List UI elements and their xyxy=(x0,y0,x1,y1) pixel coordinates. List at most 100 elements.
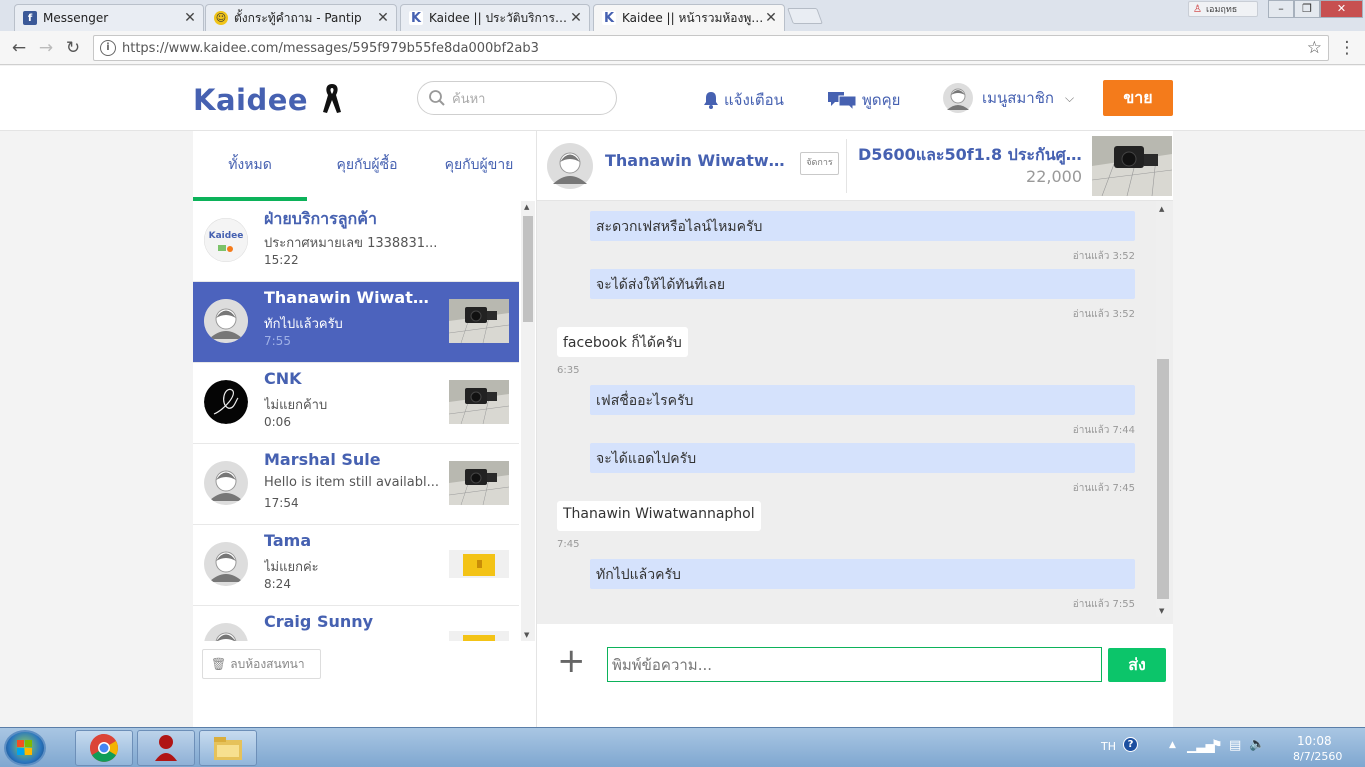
conversation-preview: ประกาศหมายเลข 1338831... xyxy=(264,236,438,251)
conversation-preview: ทักไปแล้วครับ xyxy=(264,317,343,332)
tab-title: Kaidee || หน้ารวมห้องพูดคุย xyxy=(622,10,764,25)
scroll-up-arrow[interactable]: ▲ xyxy=(1159,205,1164,213)
restore-button[interactable]: ❐ xyxy=(1294,0,1320,18)
chat-label: พูดคุย xyxy=(862,91,901,109)
tab-title: Messenger xyxy=(43,11,109,25)
message-scrollbar[interactable]: ▲ ▼ xyxy=(1156,201,1170,617)
profile-icon: ♙ xyxy=(1193,3,1202,15)
scroll-thumb[interactable] xyxy=(523,216,533,322)
tab-all[interactable]: ทั้งหมด xyxy=(193,131,307,201)
kaidee-logo[interactable]: Kaidee xyxy=(193,82,343,117)
avatar: Kaidee xyxy=(204,218,248,262)
close-icon[interactable]: ✕ xyxy=(764,10,778,26)
read-receipt: อ่านแล้ว 7:44 xyxy=(1072,425,1135,436)
taskbar-explorer[interactable] xyxy=(199,730,257,766)
start-button[interactable] xyxy=(4,730,46,766)
product-title[interactable]: D5600และ50f1.8 ประกันศูน... xyxy=(858,143,1083,168)
volume-icon[interactable]: 🔈 xyxy=(1249,737,1265,752)
conversation-list: Kaidee ฝ่ายบริการลูกค้าประกาศหมายเลข 1338… xyxy=(193,201,519,641)
flag-icon[interactable]: ⚑ xyxy=(1211,738,1223,753)
device-icon[interactable]: ▤ xyxy=(1229,738,1241,753)
scroll-thumb[interactable] xyxy=(1157,359,1169,599)
help-icon[interactable]: ? xyxy=(1123,737,1138,752)
conversation-name: Craig Sunny xyxy=(264,612,374,631)
tab-buyers[interactable]: คุยกับผู้ซื้อ xyxy=(311,131,423,201)
user-badge-label: เอมฤทธ xyxy=(1205,5,1238,15)
avatar[interactable] xyxy=(547,143,593,189)
info-icon[interactable]: i xyxy=(100,40,116,56)
tab-kaidee-history[interactable]: K Kaidee || ประวัติบริการพิเศษ ✕ xyxy=(400,4,590,31)
scroll-up-arrow[interactable]: ▲ xyxy=(524,203,529,211)
facebook-icon: f xyxy=(23,11,37,25)
conversation-name: ฝ่ายบริการลูกค้า xyxy=(264,209,377,228)
conversation-time: 15:22 xyxy=(264,253,299,267)
taskbar-app[interactable] xyxy=(137,730,195,766)
scroll-down-arrow[interactable]: ▼ xyxy=(1159,607,1164,615)
conversation-panel: ทั้งหมด คุยกับผู้ซื้อ คุยกับผู้ขาย Kaide… xyxy=(193,131,537,727)
tab-pantip[interactable]: ☺ ตั้งกระทู้คำถาม - Pantip ✕ xyxy=(205,4,397,31)
window-close-button[interactable]: ✕ xyxy=(1320,0,1363,18)
product-thumbnail xyxy=(449,299,509,343)
tab-kaidee-chat[interactable]: K Kaidee || หน้ารวมห้องพูดคุย ✕ xyxy=(593,4,785,31)
clock-time[interactable]: 10:08 xyxy=(1297,734,1332,748)
conversation-row[interactable]: Thanawin Wiwatwa... ทักไปแล้วครับ 7:55 xyxy=(193,282,519,363)
search-icon xyxy=(429,90,445,106)
reload-button[interactable]: ↻ xyxy=(62,37,84,59)
bookmark-star-icon[interactable]: ☆ xyxy=(1307,38,1322,58)
read-receipt: อ่านแล้ว 7:45 xyxy=(1072,483,1135,494)
close-icon[interactable]: ✕ xyxy=(569,10,583,26)
tab-sellers[interactable]: คุยกับผู้ขาย xyxy=(429,131,529,201)
product-thumbnail xyxy=(449,461,509,505)
close-icon[interactable]: ✕ xyxy=(376,10,390,26)
logo-text: Kaidee xyxy=(193,83,309,117)
message-input[interactable] xyxy=(607,647,1102,682)
scroll-down-arrow[interactable]: ▼ xyxy=(524,631,529,639)
conversation-row[interactable]: Kaidee ฝ่ายบริการลูกค้าประกาศหมายเลข 1338… xyxy=(193,201,519,282)
back-button[interactable]: ← xyxy=(8,37,30,59)
conversation-name: Tama xyxy=(264,531,312,550)
clock-date[interactable]: 8/7/2560 xyxy=(1293,750,1342,763)
conversation-time: 17:54 xyxy=(264,496,299,510)
member-menu[interactable]: เมนูสมาชิก ⌵ xyxy=(943,83,1074,113)
manage-button[interactable]: จัดการ xyxy=(800,152,839,175)
user-app-icon xyxy=(155,735,177,761)
received-message: Thanawin Wiwatwannaphol xyxy=(557,501,761,531)
attach-plus-icon[interactable]: + xyxy=(557,644,586,678)
conversation-time: 8:24 xyxy=(264,577,291,591)
close-icon[interactable]: ✕ xyxy=(183,10,197,26)
chrome-menu-icon[interactable]: ⋮ xyxy=(1336,37,1358,59)
delete-room-button[interactable]: 🗑 ลบห้องสนทนา xyxy=(202,649,321,679)
message-thread: สะดวกเฟสหรือไลน์ไหมครับ อ่านแล้ว 3:52 จะได… xyxy=(537,201,1173,624)
message-composer: + ส่ง xyxy=(537,624,1173,727)
avatar xyxy=(204,299,248,343)
send-button[interactable]: ส่ง xyxy=(1108,648,1166,682)
language-indicator[interactable]: TH xyxy=(1101,740,1116,753)
forward-button[interactable]: → xyxy=(35,37,57,59)
member-menu-label: เมนูสมาชิก xyxy=(982,89,1054,107)
new-tab-button[interactable] xyxy=(787,8,823,24)
contact-name[interactable]: Thanawin Wiwatwa... xyxy=(605,151,785,170)
browser-user-badge[interactable]: ♙ เอมฤทธ xyxy=(1188,1,1258,17)
browser-tab-bar: f Messenger ✕ ☺ ตั้งกระทู้คำถาม - Pantip… xyxy=(0,0,1365,31)
windows-taskbar: TH ? ▲ ▁▃▅ ⚑ ▤ 🔈 10:08 8/7/2560 xyxy=(0,727,1365,767)
url-bar[interactable]: i https://www.kaidee.com/messages/595f97… xyxy=(93,35,1329,61)
conversation-scrollbar[interactable]: ▲ ▼ xyxy=(521,201,535,641)
search-input[interactable]: ค้นหา xyxy=(417,81,617,115)
tab-messenger[interactable]: f Messenger ✕ xyxy=(14,4,204,31)
minimize-button[interactable]: – xyxy=(1268,0,1294,18)
notifications-link[interactable]: แจ้งเตือน xyxy=(703,88,784,112)
conversation-row[interactable]: Craig Sunny xyxy=(193,606,519,641)
conversation-row[interactable]: Marshal Sule Hello is item still availabl… xyxy=(193,444,519,525)
sell-button[interactable]: ขาย xyxy=(1103,80,1173,116)
chevron-down-icon: ⌵ xyxy=(1065,90,1075,105)
message-time: 6:35 xyxy=(557,365,580,376)
url-text[interactable]: https://www.kaidee.com/messages/595f979b… xyxy=(122,41,539,56)
chat-link[interactable]: พูดคุย xyxy=(827,88,900,112)
conversation-row[interactable]: Tama ไม่แยกค่ะ 8:24 xyxy=(193,525,519,606)
read-receipt: อ่านแล้ว 3:52 xyxy=(1072,309,1135,320)
product-thumbnail[interactable] xyxy=(1091,136,1173,197)
show-hidden-icons-icon[interactable]: ▲ xyxy=(1169,740,1176,750)
notifications-label: แจ้งเตือน xyxy=(724,91,784,109)
conversation-row[interactable]: CNK ไม่แยกค้าบ 0:06 xyxy=(193,363,519,444)
taskbar-chrome[interactable] xyxy=(75,730,133,766)
